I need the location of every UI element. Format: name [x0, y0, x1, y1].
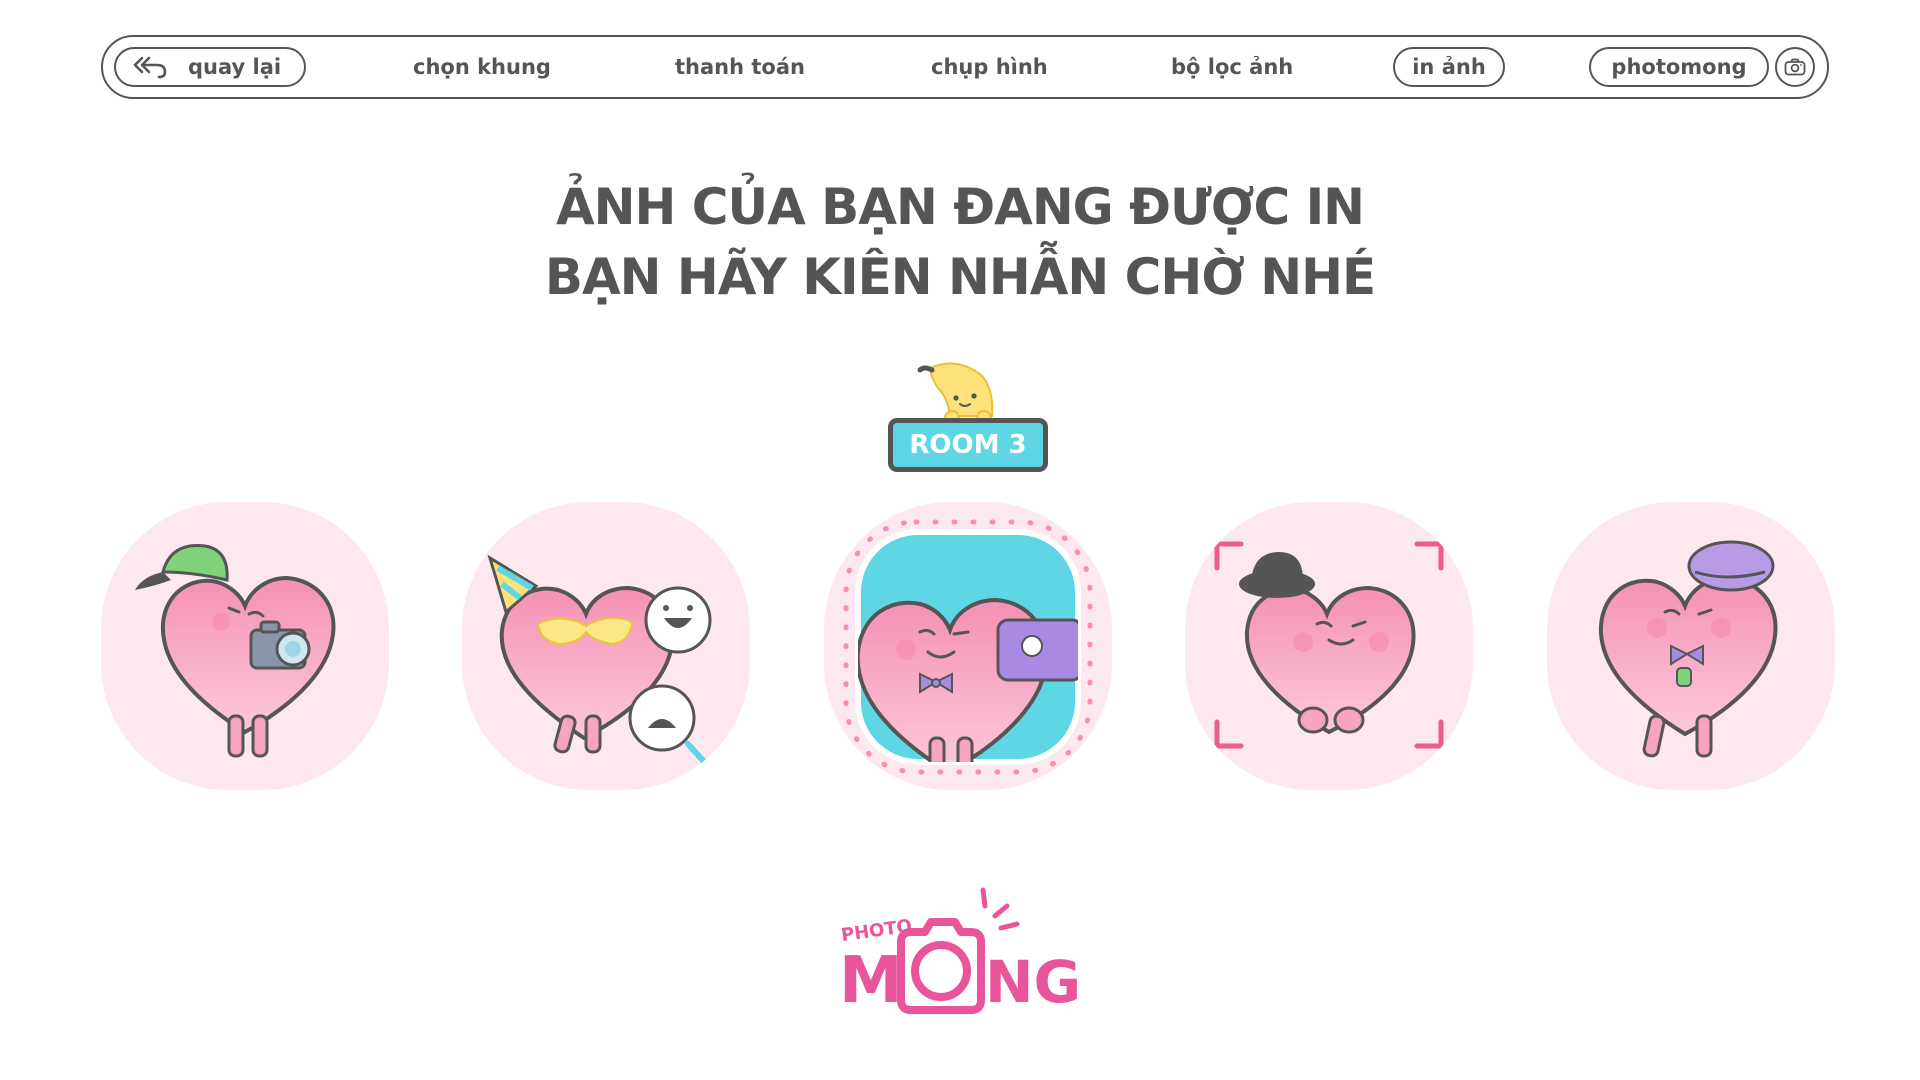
- camera-icon: [1784, 58, 1806, 76]
- heart-party-icon: [487, 554, 712, 769]
- brand-label: photomong: [1611, 55, 1747, 79]
- brand-button[interactable]: photomong: [1589, 47, 1769, 87]
- step-payment[interactable]: thanh toán: [675, 55, 805, 79]
- step-print-label: in ảnh: [1412, 55, 1486, 79]
- back-label: quay lại: [188, 55, 282, 79]
- top-nav-bar: quay lại chọn khung thanh toán chụp hình…: [101, 35, 1829, 99]
- character-card-focus: [1185, 502, 1473, 790]
- back-arrow-icon: [133, 56, 167, 79]
- step-print-active[interactable]: in ảnh: [1393, 47, 1505, 87]
- print-status-headline: ẢNH CỦA BẠN ĐANG ĐƯỢC IN BẠN HÃY KIÊN NH…: [0, 172, 1920, 312]
- photomong-logo-icon: PHOTO M NG: [839, 887, 1081, 1018]
- logo-text-m: M: [839, 944, 903, 1018]
- back-button[interactable]: quay lại: [114, 47, 306, 87]
- camera-button[interactable]: [1775, 47, 1815, 87]
- headline-line-2: BẠN HÃY KIÊN NHẪN CHỜ NHÉ: [544, 248, 1376, 306]
- step-photo-filter[interactable]: bộ lọc ảnh: [1171, 55, 1293, 79]
- logo-text-ng: NG: [985, 948, 1081, 1016]
- character-card-photographer: [101, 502, 389, 790]
- room-badge: ROOM 3: [888, 418, 1048, 472]
- heart-beret-icon: [1598, 540, 1778, 758]
- headline-line-1: ẢNH CỦA BẠN ĐANG ĐƯỢC IN: [555, 178, 1365, 236]
- character-card-featured: [824, 502, 1112, 790]
- step-take-photo[interactable]: chụp hình: [931, 55, 1048, 79]
- character-card-party: [462, 502, 750, 790]
- step-choose-frame[interactable]: chọn khung: [413, 55, 551, 79]
- character-card-beret: [1547, 502, 1835, 790]
- photomong-logo: PHOTO M NG: [835, 872, 1095, 1022]
- heart-photographer-icon: [135, 544, 336, 758]
- room-indicator: ROOM 3: [880, 358, 1060, 480]
- heart-featured-icon: [843, 519, 1093, 775]
- heart-focus-icon: [1214, 541, 1444, 749]
